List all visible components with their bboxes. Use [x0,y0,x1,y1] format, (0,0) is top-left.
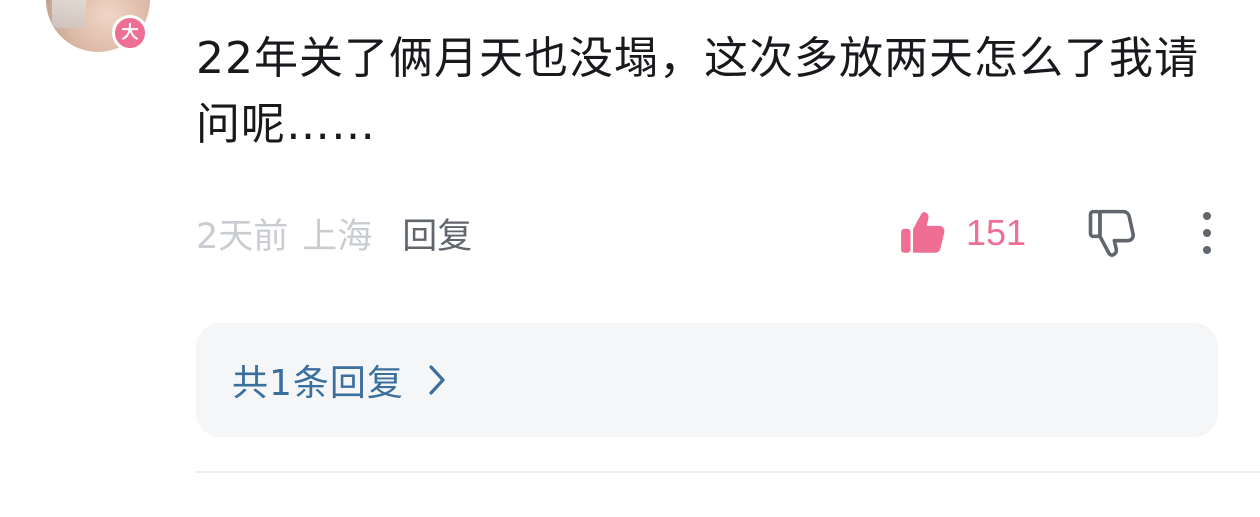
reply-button[interactable]: 回复 [402,208,472,259]
avatar-image-detail [52,0,86,28]
like-button[interactable]: 151 [898,204,1026,262]
like-count: 151 [966,212,1027,253]
vip-badge: 大 [112,15,148,51]
more-vertical-icon[interactable] [1192,208,1222,258]
view-replies-button[interactable]: 共1条回复 [196,323,1218,437]
comment-time: 2天前 [196,216,289,257]
replies-summary: 共1条回复 [232,363,404,404]
comment-item: 大 22年关了俩月天也没塌，这次多放两天怎么了我请问呢…… 2天前 上海 回复 … [0,0,1260,517]
divider [196,471,1260,473]
comment-text: 22年关了俩月天也没塌，这次多放两天怎么了我请问呢…… [196,33,1199,150]
comment-location: 上海 [302,216,373,257]
thumbs-down-icon[interactable] [1086,206,1140,260]
comment-meta: 2天前 上海 回复 [196,206,472,260]
chevron-right-icon [429,365,445,395]
thumbs-up-icon [901,212,945,253]
